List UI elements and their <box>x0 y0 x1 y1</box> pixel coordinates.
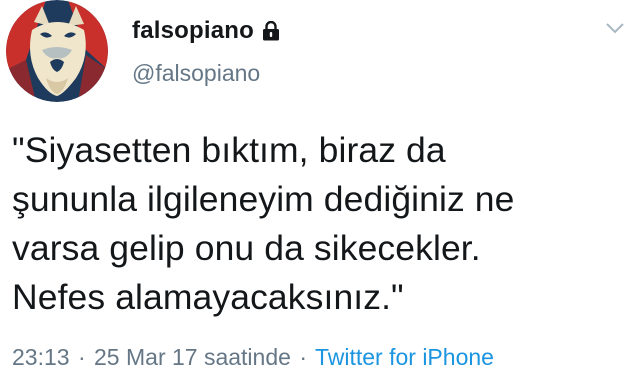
tweet-text-line: Nefes alamayacaksınız." <box>12 277 404 317</box>
display-name[interactable]: falsopiano <box>132 17 254 45</box>
tweet-date[interactable]: 25 Mar 17 saatinde <box>94 344 291 370</box>
tweet-text: "Siyasetten bıktım, biraz da şununla ilg… <box>12 126 628 322</box>
chevron-down-icon[interactable] <box>604 20 626 36</box>
lock-icon <box>262 21 280 41</box>
tweet-source-link[interactable]: Twitter for iPhone <box>315 344 494 370</box>
tweet-metadata: 23:13 · 25 Mar 17 saatinde · Twitter for… <box>12 344 494 371</box>
tweet-text-line: varsa gelip onu da sikecekler. <box>12 228 481 268</box>
separator: · <box>299 344 307 370</box>
tweet-card: falsopiano @falsopiano "Siyasetten bıktı… <box>0 0 640 392</box>
separator: · <box>77 344 86 370</box>
handle[interactable]: @falsopiano <box>132 60 260 87</box>
name-row: falsopiano <box>132 14 280 48</box>
avatar[interactable] <box>6 0 108 102</box>
avatar-image <box>6 0 108 102</box>
tweet-time[interactable]: 23:13 <box>12 344 70 370</box>
tweet-text-line: şununla ilgileneyim dediğiniz ne <box>12 179 515 219</box>
tweet-text-line: "Siyasetten bıktım, biraz da <box>12 130 446 170</box>
